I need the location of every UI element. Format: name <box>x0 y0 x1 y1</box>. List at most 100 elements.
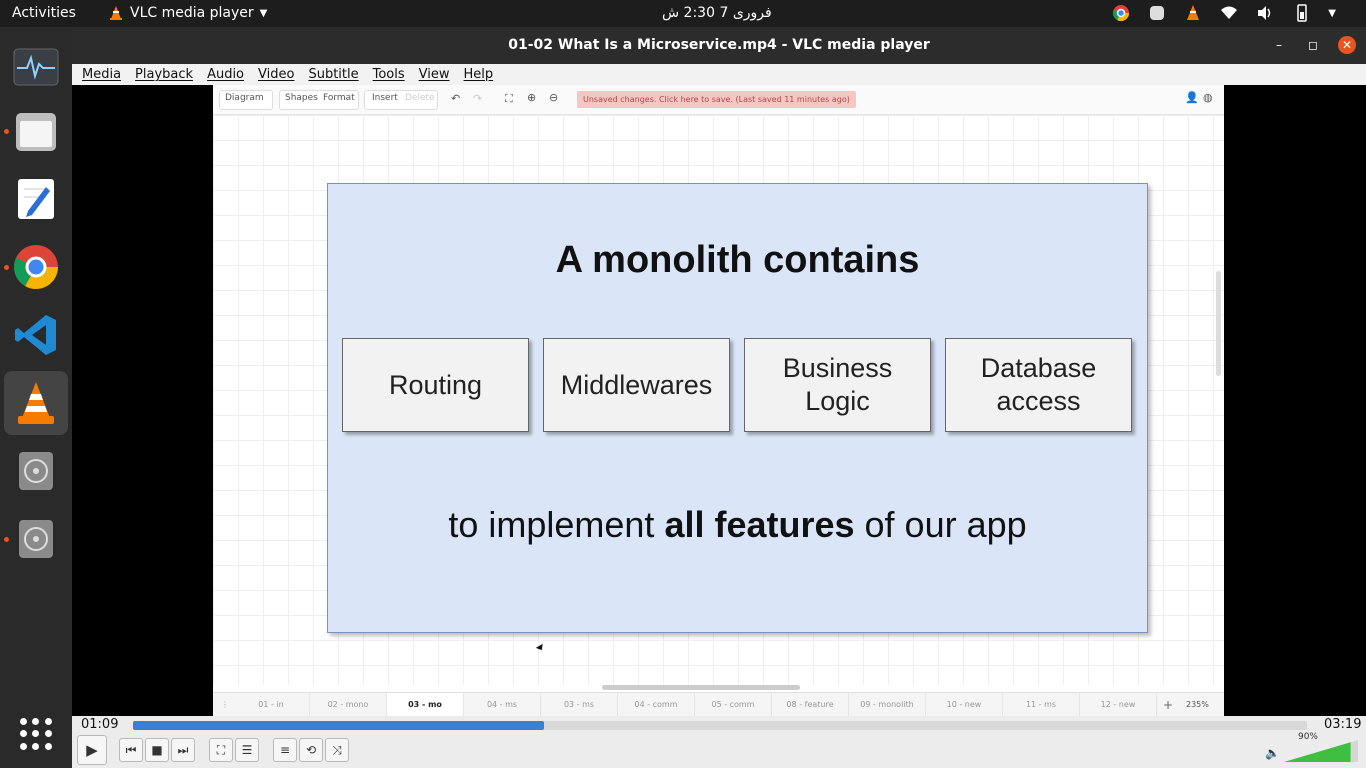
diagram-menu-label: Diagram <box>225 93 264 103</box>
tagline-end: of our app <box>854 504 1027 545</box>
more-icon: ⋮ <box>221 700 229 709</box>
maximize-button[interactable]: ◻ <box>1304 36 1322 54</box>
playlist-button[interactable]: ≡ <box>273 738 297 762</box>
shuffle-button[interactable]: ⤨ <box>325 738 349 762</box>
format-label: Format <box>323 93 355 103</box>
shapes-label: Shapes <box>285 93 318 103</box>
menu-bar: Media Playback Audio Video Subtitle Tool… <box>72 64 1366 85</box>
menu-tools[interactable]: Tools <box>373 67 405 82</box>
tagline-emphasis: all features <box>664 504 855 545</box>
close-button[interactable]: ✕ <box>1338 36 1356 54</box>
wifi-icon[interactable] <box>1220 4 1238 22</box>
extended-settings-button[interactable]: ☰ <box>235 738 259 762</box>
system-tray: ▼ <box>1112 4 1336 22</box>
activities-button[interactable]: Activities <box>12 5 76 21</box>
dock-files[interactable] <box>4 99 68 163</box>
menu-audio[interactable]: Audio <box>207 67 244 82</box>
chrome-tray-icon[interactable] <box>1112 4 1130 22</box>
show-applications-icon[interactable] <box>20 718 52 750</box>
chevron-down-icon[interactable]: ▼ <box>1328 8 1336 19</box>
minimize-button[interactable]: – <box>1270 36 1288 54</box>
battery-icon[interactable] <box>1292 4 1310 22</box>
undo-icon: ↶ <box>451 92 461 105</box>
page-tab: 04 - ms <box>464 693 541 716</box>
play-button[interactable]: ▶ <box>77 735 107 765</box>
tagline-start: to implement <box>448 504 665 545</box>
block-label: Middlewares <box>560 369 713 400</box>
globe-icon: ◍ <box>1203 91 1213 104</box>
page-tab: 10 - new <box>926 693 1003 716</box>
page-tab: 01 - in <box>233 693 310 716</box>
block-database-access: Database access <box>945 338 1132 432</box>
app-menu[interactable]: VLC media player ▼ <box>108 5 267 21</box>
loop-button[interactable]: ⟲ <box>299 738 323 762</box>
user-icon: 👤 <box>1185 91 1199 104</box>
dock-text-editor[interactable] <box>4 167 68 231</box>
window-title: 01-02 What Is a Microservice.mp4 - VLC m… <box>508 37 930 53</box>
system-monitor-icon <box>13 48 59 86</box>
vertical-scrollbar <box>1216 271 1221 376</box>
menu-help[interactable]: Help <box>464 67 494 82</box>
system-top-bar: Activities VLC media player ▼ فروری 7 2:… <box>0 0 1366 27</box>
page-tab: 08 - feature <box>772 693 849 716</box>
volume-slider[interactable] <box>1284 740 1358 762</box>
seek-bar[interactable] <box>133 721 1307 730</box>
app-menu-label: VLC media player <box>130 5 254 21</box>
dock-disk-2[interactable] <box>4 507 68 571</box>
player-controls: 01:09 03:19 ▶ ⏮ ■ ⏭ ⛶ ☰ ≡ ⟲ ⤨ 🔈 90% <box>72 716 1366 768</box>
dock-disk-1[interactable] <box>4 439 68 503</box>
fullscreen-button[interactable]: ⛶ <box>209 738 233 762</box>
previous-button[interactable]: ⏮ <box>119 738 143 762</box>
block-label: Routing <box>388 369 483 400</box>
text-editor-icon <box>18 179 54 219</box>
zoom-in-icon: ⊕ <box>527 91 537 104</box>
zoom-out-icon: ⊖ <box>549 91 559 104</box>
dock-vlc[interactable] <box>4 371 68 435</box>
vlc-window: 01-02 What Is a Microservice.mp4 - VLC m… <box>72 27 1366 768</box>
page-tab: 03 - ms <box>541 693 618 716</box>
next-button[interactable]: ⏭ <box>171 738 195 762</box>
speaker-icon[interactable]: 🔈 <box>1265 746 1280 760</box>
block-business-logic: Business Logic <box>744 338 931 432</box>
video-frame[interactable]: Diagram Shapes Format Insert Delete ↶ ↷ … <box>213 85 1224 716</box>
page-tab: 12 - new <box>1080 693 1157 716</box>
chevron-down-icon: ▼ <box>259 7 268 19</box>
menu-subtitle[interactable]: Subtitle <box>308 67 358 82</box>
window-titlebar[interactable]: 01-02 What Is a Microservice.mp4 - VLC m… <box>72 27 1366 64</box>
page-tab: 09 - monolith <box>849 693 926 716</box>
clock[interactable]: فروری 7 2:30 ش <box>662 5 772 21</box>
volume-level <box>1284 742 1351 762</box>
add-page-icon: + <box>1163 698 1174 712</box>
menu-view[interactable]: View <box>419 67 450 82</box>
folder-icon <box>16 113 56 151</box>
page-tab: 02 - mono <box>310 693 387 716</box>
disk-icon <box>19 452 53 490</box>
slide-tagline: to implement all features of our app <box>328 504 1147 546</box>
menu-media[interactable]: Media <box>82 67 121 82</box>
total-time: 03:19 <box>1324 717 1362 732</box>
block-label: Database access <box>980 353 1097 416</box>
slide: A monolith contains Routing Middlewares … <box>327 183 1148 633</box>
dock-system-monitor[interactable] <box>4 35 68 99</box>
fit-icon: ⛶ <box>505 92 513 105</box>
elapsed-time: 01:09 <box>81 717 119 732</box>
disk-icon <box>19 520 53 558</box>
slide-headline: A monolith contains <box>555 239 920 281</box>
zoom-level: 235% <box>1186 700 1209 709</box>
block-label: Business Logic <box>782 353 893 416</box>
shield-tray-icon[interactable] <box>1148 4 1166 22</box>
chrome-icon <box>14 245 58 289</box>
menu-video[interactable]: Video <box>258 67 294 82</box>
vlc-tray-icon[interactable] <box>1184 4 1202 22</box>
block-middlewares: Middlewares <box>543 338 730 432</box>
delete-label: Delete <box>405 93 435 103</box>
redo-icon: ↷ <box>473 92 483 105</box>
menu-playback[interactable]: Playback <box>135 67 193 82</box>
unsaved-changes-notice: Unsaved changes. Click here to save. (La… <box>577 91 856 108</box>
block-routing: Routing <box>342 338 529 432</box>
dock-vscode[interactable] <box>4 303 68 367</box>
page-tabs-bar: ⋮ 01 - in 02 - mono 03 - mo 04 - ms 03 - ms 0… <box>213 692 1224 716</box>
dock-chrome[interactable] <box>4 235 68 299</box>
speaker-icon[interactable] <box>1256 4 1274 22</box>
stop-button[interactable]: ■ <box>145 738 169 762</box>
